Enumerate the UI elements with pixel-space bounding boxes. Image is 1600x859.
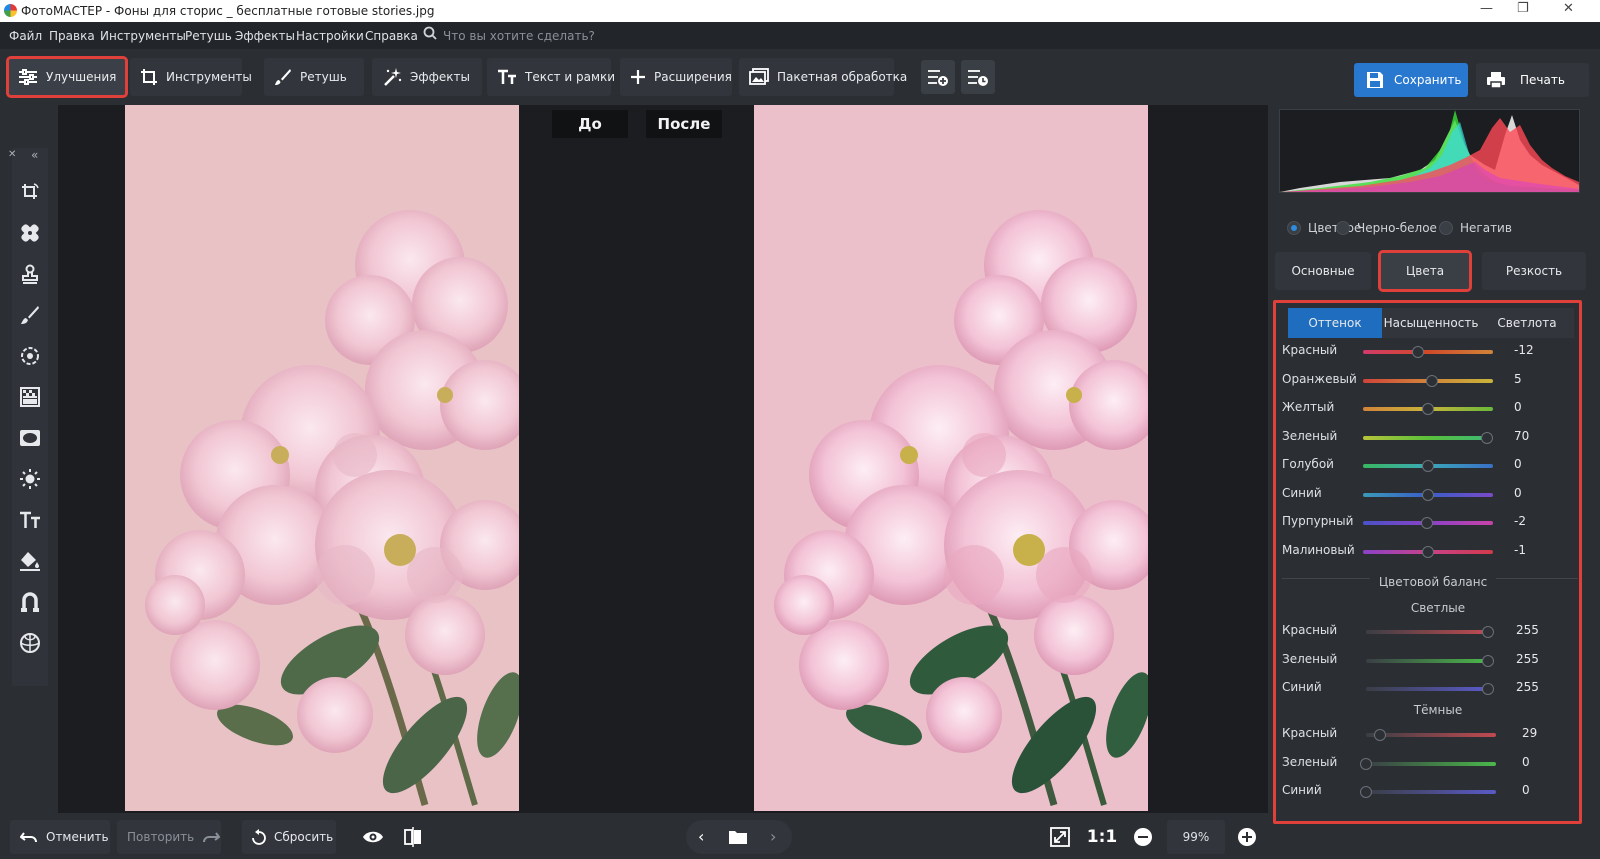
- collapse-sidebar-icon[interactable]: «: [31, 148, 38, 162]
- menu-bar: Файл Правка Инструменты Ретушь Эффекты Н…: [0, 22, 1600, 49]
- close-sidebar-icon[interactable]: ✕: [8, 149, 16, 160]
- minimize-button[interactable]: —: [1480, 1, 1493, 16]
- printer-icon: [1487, 72, 1505, 89]
- tab-batch-label: Пакетная обработка: [777, 70, 908, 84]
- magic-wand-icon: [384, 68, 402, 86]
- search-input[interactable]: Что вы хотите сделать?: [443, 29, 595, 43]
- tab-basic[interactable]: Основные: [1275, 252, 1371, 290]
- brush-tool-icon[interactable]: [18, 303, 42, 327]
- stamp-icon[interactable]: [18, 262, 42, 286]
- title-bar: ФотоМАСТЕР - Фоны для сторис _ бесплатны…: [0, 0, 1600, 22]
- folder-icon[interactable]: [728, 829, 748, 845]
- tab-retouch-label: Ретушь: [300, 70, 347, 84]
- tab-enhance-label: Улучшения: [46, 70, 117, 84]
- tool-sidebar: ✕ «: [8, 148, 48, 686]
- mode-negative-label: Негатив: [1460, 221, 1512, 235]
- plus-icon: [631, 70, 645, 84]
- tab-retouch[interactable]: Ретушь: [264, 58, 364, 96]
- radio-dot: [1336, 221, 1350, 235]
- zoom-out-icon[interactable]: [1126, 820, 1160, 854]
- undo-button[interactable]: Отменить: [10, 820, 110, 854]
- app-logo-icon: [4, 4, 17, 17]
- redo-button[interactable]: Повторить: [117, 820, 221, 854]
- radio-dot: [1287, 221, 1301, 235]
- highlight-frame: [1273, 300, 1582, 824]
- image-navigator: ‹ ›: [686, 820, 792, 854]
- preview-eye-icon[interactable]: [356, 820, 390, 854]
- after-image: [754, 105, 1148, 811]
- presets-history-button[interactable]: [961, 60, 995, 94]
- tab-enhance[interactable]: Улучшения: [6, 56, 128, 98]
- add-preset-button[interactable]: [921, 60, 955, 94]
- print-button-label: Печать: [1520, 73, 1565, 87]
- tab-extensions-label: Расширения: [654, 70, 732, 84]
- menu-edit[interactable]: Правка: [49, 29, 95, 43]
- undo-icon: [20, 832, 37, 843]
- before-label: До: [552, 110, 628, 138]
- tab-extensions[interactable]: Расширения: [620, 58, 732, 96]
- search-icon[interactable]: [423, 26, 437, 40]
- one-to-one-button[interactable]: 1:1: [1085, 820, 1119, 854]
- floppy-disk-icon: [1367, 72, 1383, 88]
- reset-icon: [252, 829, 266, 845]
- tab-effects[interactable]: Эффекты: [372, 58, 482, 96]
- globe-tone-icon[interactable]: [18, 631, 42, 655]
- light-sun-icon[interactable]: [18, 467, 42, 491]
- after-label: После: [646, 110, 722, 138]
- menu-file[interactable]: Файл: [9, 29, 42, 43]
- tab-text-frames-label: Текст и рамки: [525, 70, 616, 84]
- mode-bw-radio[interactable]: Черно-белое: [1336, 221, 1437, 235]
- tab-effects-label: Эффекты: [410, 70, 470, 84]
- window-title: ФотоМАСТЕР - Фоны для сторис _ бесплатны…: [21, 4, 435, 18]
- crop-icon: [141, 69, 157, 85]
- brush-icon: [275, 69, 291, 85]
- mode-bw-label: Черно-белое: [1357, 221, 1437, 235]
- redo-label: Повторить: [127, 830, 195, 844]
- curves-icon[interactable]: [18, 590, 42, 614]
- zoom-level[interactable]: 99%: [1167, 820, 1225, 854]
- tab-sharpness[interactable]: Резкость: [1482, 252, 1586, 290]
- tab-tools[interactable]: Инструменты: [130, 58, 252, 96]
- presets-history-icon: [968, 70, 988, 86]
- compare-split-icon[interactable]: [396, 820, 430, 854]
- print-button[interactable]: Печать: [1476, 63, 1589, 97]
- presets-add-icon: [928, 70, 948, 86]
- tab-colors[interactable]: Цвета: [1378, 250, 1472, 292]
- before-image: [125, 105, 519, 811]
- menu-help[interactable]: Справка: [365, 29, 418, 43]
- save-button[interactable]: Сохранить: [1354, 63, 1468, 97]
- fit-screen-icon[interactable]: [1043, 820, 1077, 854]
- tab-text-frames[interactable]: Текст и рамки: [487, 58, 615, 96]
- tab-tools-label: Инструменты: [166, 70, 252, 84]
- mode-negative-radio[interactable]: Негатив: [1439, 221, 1512, 235]
- fill-bucket-icon[interactable]: [18, 549, 42, 573]
- close-window-button[interactable]: ✕: [1563, 1, 1574, 16]
- menu-retouch[interactable]: Ретушь: [185, 29, 232, 43]
- redo-icon: [203, 832, 221, 843]
- menu-effects[interactable]: Эффекты: [235, 29, 295, 43]
- zoom-in-icon[interactable]: [1230, 820, 1264, 854]
- healing-patch-icon[interactable]: [18, 221, 42, 245]
- reset-button[interactable]: Сбросить: [242, 820, 336, 854]
- gradient-filter-icon[interactable]: [18, 385, 42, 409]
- save-button-label: Сохранить: [1394, 73, 1462, 87]
- vignette-icon[interactable]: [18, 426, 42, 450]
- text-icon: [498, 69, 516, 84]
- rotate-crop-icon[interactable]: [18, 180, 42, 204]
- radio-dot: [1439, 221, 1453, 235]
- restore-button[interactable]: ❐: [1517, 1, 1529, 16]
- next-image-icon[interactable]: ›: [770, 827, 776, 846]
- undo-label: Отменить: [46, 830, 109, 844]
- radial-filter-icon[interactable]: [18, 344, 42, 368]
- prev-image-icon[interactable]: ‹: [698, 827, 704, 846]
- menu-tools[interactable]: Инструменты: [100, 29, 186, 43]
- text-tool-icon[interactable]: [18, 508, 42, 532]
- reset-label: Сбросить: [274, 830, 334, 844]
- sliders-icon: [19, 69, 37, 85]
- histogram: [1279, 109, 1580, 193]
- batch-icon: [749, 68, 769, 85]
- menu-settings[interactable]: Настройки: [296, 29, 364, 43]
- tab-batch[interactable]: Пакетная обработка: [739, 58, 907, 96]
- image-canvas[interactable]: До После: [58, 105, 1268, 813]
